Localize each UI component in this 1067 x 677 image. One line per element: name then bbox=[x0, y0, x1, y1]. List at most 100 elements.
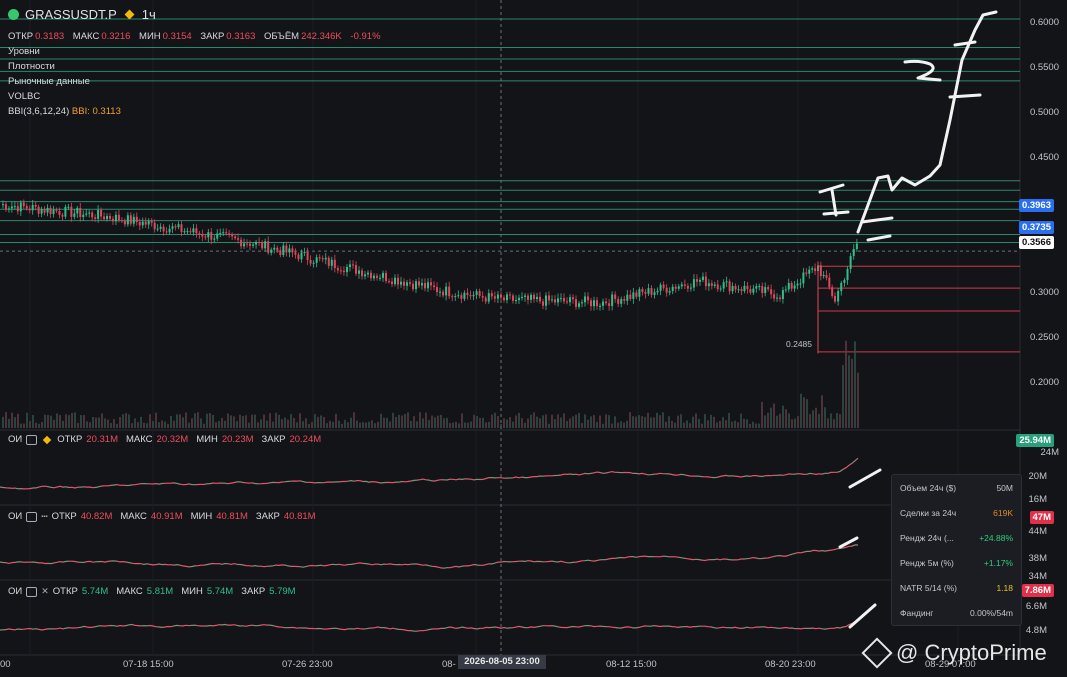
candle-body bbox=[608, 303, 611, 306]
volume-bar bbox=[95, 417, 97, 428]
candle-body bbox=[828, 277, 831, 288]
volume-bar bbox=[314, 414, 316, 428]
candle-body bbox=[324, 257, 327, 260]
open-value: 0.3183 bbox=[35, 31, 65, 42]
volume-bar bbox=[77, 422, 79, 428]
candle-body bbox=[668, 291, 671, 293]
volume-bar bbox=[122, 414, 124, 428]
volume-bar bbox=[467, 422, 469, 428]
volume-bar bbox=[320, 415, 322, 428]
volume-bar bbox=[770, 407, 772, 428]
candle-body bbox=[493, 296, 496, 299]
candle-body bbox=[171, 226, 174, 229]
candle-body bbox=[82, 214, 85, 218]
volume-bar bbox=[140, 416, 142, 428]
candle-body bbox=[560, 298, 562, 300]
oi3-tick: 4.8M bbox=[1025, 625, 1047, 636]
candle-body bbox=[288, 248, 291, 253]
stats-label: Рендж 24ч (... bbox=[900, 532, 954, 543]
volume-bar bbox=[362, 422, 364, 428]
candle-body bbox=[117, 214, 120, 221]
indicator-levels[interactable]: Уровни bbox=[8, 46, 40, 57]
candle-body bbox=[731, 285, 734, 292]
candle-body bbox=[596, 300, 598, 307]
oi2-line-up bbox=[0, 544, 859, 569]
candle-body bbox=[282, 245, 285, 256]
volume-bar bbox=[440, 414, 442, 428]
candle-body bbox=[424, 282, 426, 289]
candle-body bbox=[4, 204, 7, 210]
volume-bar bbox=[164, 421, 166, 428]
candle-body bbox=[710, 283, 713, 286]
candle-body bbox=[126, 215, 129, 225]
volume-bar bbox=[323, 416, 325, 428]
volume-bar bbox=[599, 415, 601, 428]
oi1-open: 20.31M bbox=[86, 434, 118, 445]
volume-bar bbox=[434, 417, 436, 428]
indicator-market-data[interactable]: Рыночные данные bbox=[8, 76, 90, 87]
volume-bar bbox=[5, 412, 7, 428]
candle-body bbox=[713, 284, 716, 286]
oi3-high: 5.81M bbox=[146, 586, 174, 597]
price-tick: 0.5500 bbox=[1029, 62, 1059, 73]
volume-bar bbox=[713, 416, 715, 428]
volume-bar bbox=[551, 414, 553, 428]
symbol-name[interactable]: GRASSUSDT.P bbox=[25, 7, 117, 22]
low-marker-label: 0.2485 bbox=[786, 339, 812, 349]
oi2-close: 40.81M bbox=[283, 511, 316, 522]
symbol-header[interactable]: GRASSUSDT.P 1ч bbox=[8, 7, 156, 22]
candle-body bbox=[237, 238, 240, 240]
volume-bar bbox=[422, 418, 424, 428]
volume-bar bbox=[548, 423, 550, 428]
candle-body bbox=[204, 236, 207, 238]
candle-body bbox=[743, 285, 746, 292]
oi2-low-label: МИН bbox=[190, 511, 213, 522]
volume-bar bbox=[374, 423, 376, 428]
stats-label: Объем 24ч ($) bbox=[900, 482, 957, 493]
candle-body bbox=[683, 284, 686, 286]
candle-body bbox=[258, 241, 261, 243]
volume-bar bbox=[512, 421, 514, 428]
volume-bar bbox=[206, 413, 208, 428]
volume-bar bbox=[671, 420, 673, 428]
volume-bar bbox=[575, 414, 577, 428]
oi1-tick: 24M bbox=[1040, 447, 1059, 458]
candle-body bbox=[394, 277, 396, 285]
volume-bar bbox=[437, 415, 439, 428]
volume-bar bbox=[176, 414, 178, 428]
hand-drawn-mark bbox=[848, 468, 882, 489]
candle-body bbox=[611, 294, 614, 306]
volume-bar bbox=[605, 414, 607, 428]
time-tick: 08-12 15:00 bbox=[606, 659, 657, 670]
indicator-densities[interactable]: Плотности bbox=[8, 61, 55, 72]
timeframe-label[interactable]: 1ч bbox=[142, 7, 156, 22]
hand-drawn-mark bbox=[848, 603, 877, 629]
candle-body bbox=[418, 281, 420, 286]
candle-body bbox=[503, 297, 505, 301]
volume-bar bbox=[83, 415, 85, 428]
volume-bar bbox=[410, 421, 412, 428]
volume-bar bbox=[623, 422, 625, 428]
indicator-volbc[interactable]: VOLBC bbox=[8, 91, 40, 102]
candle-body bbox=[219, 232, 222, 234]
candle-body bbox=[671, 286, 674, 292]
volume-bar bbox=[620, 421, 622, 428]
candle-body bbox=[674, 286, 677, 289]
volume-bar bbox=[689, 423, 691, 428]
bbi-value: BBI: 0.3113 bbox=[71, 106, 121, 117]
volume-bar bbox=[68, 415, 70, 428]
volume-bar bbox=[833, 419, 835, 428]
candle-body bbox=[312, 262, 315, 264]
volume-bar bbox=[746, 419, 748, 428]
candle-body bbox=[25, 206, 28, 209]
candle-body bbox=[270, 249, 273, 253]
indicator-bbi[interactable]: BBI(3,6,12,24) BBI: 0.3113 bbox=[8, 106, 121, 117]
oi3-tag: 7.86M bbox=[1021, 584, 1054, 597]
candle-body bbox=[213, 238, 216, 240]
hand-drawn-dash bbox=[860, 216, 894, 242]
candle-body bbox=[518, 297, 520, 301]
candle-body bbox=[49, 207, 52, 215]
candle-body bbox=[656, 290, 659, 293]
volume-bar bbox=[332, 421, 334, 428]
candle-body bbox=[111, 218, 114, 222]
